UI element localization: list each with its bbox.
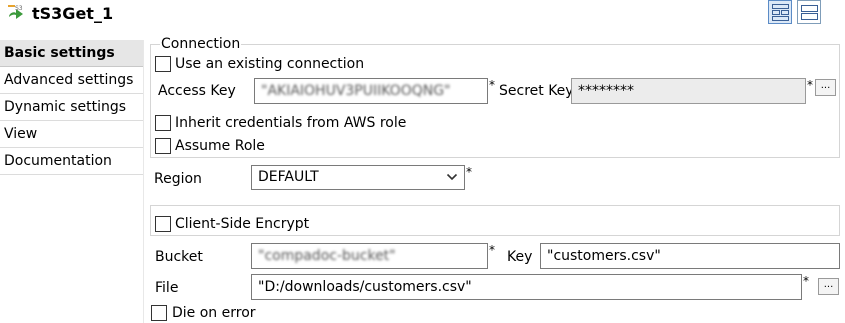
bucket-value: "compadoc-bucket"	[258, 248, 396, 264]
die-on-error-label: Die on error	[172, 305, 256, 321]
grid-view-button[interactable]	[768, 0, 792, 24]
access-key-input[interactable]: "AKIAIOHUV3PUIIKOOQNG"	[254, 78, 488, 104]
file-value: "D:/downloads/customers.csv"	[258, 279, 472, 295]
sidebar-item-dynamic-settings[interactable]: Dynamic settings	[0, 94, 143, 121]
title-bar: S3 tS3Get_1	[0, 0, 845, 28]
assume-role-checkbox[interactable]	[155, 138, 171, 154]
s3-bucket-icon: S3	[8, 5, 23, 19]
access-key-value: "AKIAIOHUV3PUIIKOOQNG"	[261, 83, 451, 99]
sidebar-item-basic-settings[interactable]: Basic settings	[0, 40, 143, 67]
component-title: tS3Get_1	[32, 4, 114, 23]
settings-sidebar: Basic settings Advanced settings Dynamic…	[0, 40, 143, 175]
key-value: "customers.csv"	[547, 248, 661, 264]
secret-key-required-marker: *	[807, 78, 813, 92]
use-existing-connection-label: Use an existing connection	[175, 56, 365, 72]
assume-role-label: Assume Role	[175, 138, 265, 154]
region-value: DEFAULT	[258, 169, 319, 185]
connection-legend: Connection	[160, 36, 242, 52]
svg-text:S3: S3	[15, 5, 23, 12]
client-side-encrypt-checkbox[interactable]	[155, 216, 171, 232]
key-label: Key	[507, 249, 533, 265]
grid-view-icon	[772, 4, 789, 21]
sidebar-item-advanced-settings[interactable]: Advanced settings	[0, 67, 143, 94]
chevron-down-icon	[446, 173, 458, 181]
sidebar-divider	[143, 40, 144, 323]
access-key-label: Access Key	[158, 83, 236, 99]
file-required-marker: *	[803, 274, 809, 288]
secret-key-input[interactable]: ********	[571, 78, 806, 104]
sidebar-item-documentation[interactable]: Documentation	[0, 148, 143, 175]
client-side-encrypt-label: Client-Side Encrypt	[175, 216, 310, 232]
region-select[interactable]: DEFAULT	[251, 165, 465, 190]
key-input[interactable]: "customers.csv"	[540, 243, 840, 269]
file-label: File	[155, 280, 179, 296]
bucket-label: Bucket	[155, 249, 203, 265]
secret-key-label: Secret Key	[499, 83, 574, 99]
list-view-icon	[801, 5, 818, 20]
list-view-button[interactable]	[797, 0, 821, 24]
secret-key-value: ********	[578, 83, 634, 99]
inherit-credentials-checkbox[interactable]	[155, 115, 171, 131]
bucket-input[interactable]: "compadoc-bucket"	[251, 243, 488, 269]
die-on-error-checkbox[interactable]	[151, 305, 167, 321]
file-browse-button[interactable]: ...	[818, 278, 839, 295]
region-label: Region	[154, 171, 202, 187]
inherit-credentials-label: Inherit credentials from AWS role	[175, 115, 407, 131]
access-key-required-marker: *	[489, 78, 495, 92]
region-required-marker: *	[466, 165, 472, 179]
secret-key-more-button[interactable]: ...	[815, 79, 836, 96]
file-input[interactable]: "D:/downloads/customers.csv"	[251, 274, 802, 300]
use-existing-connection-checkbox[interactable]	[155, 56, 171, 72]
bucket-required-marker: *	[489, 243, 495, 257]
sidebar-item-view[interactable]: View	[0, 121, 143, 148]
